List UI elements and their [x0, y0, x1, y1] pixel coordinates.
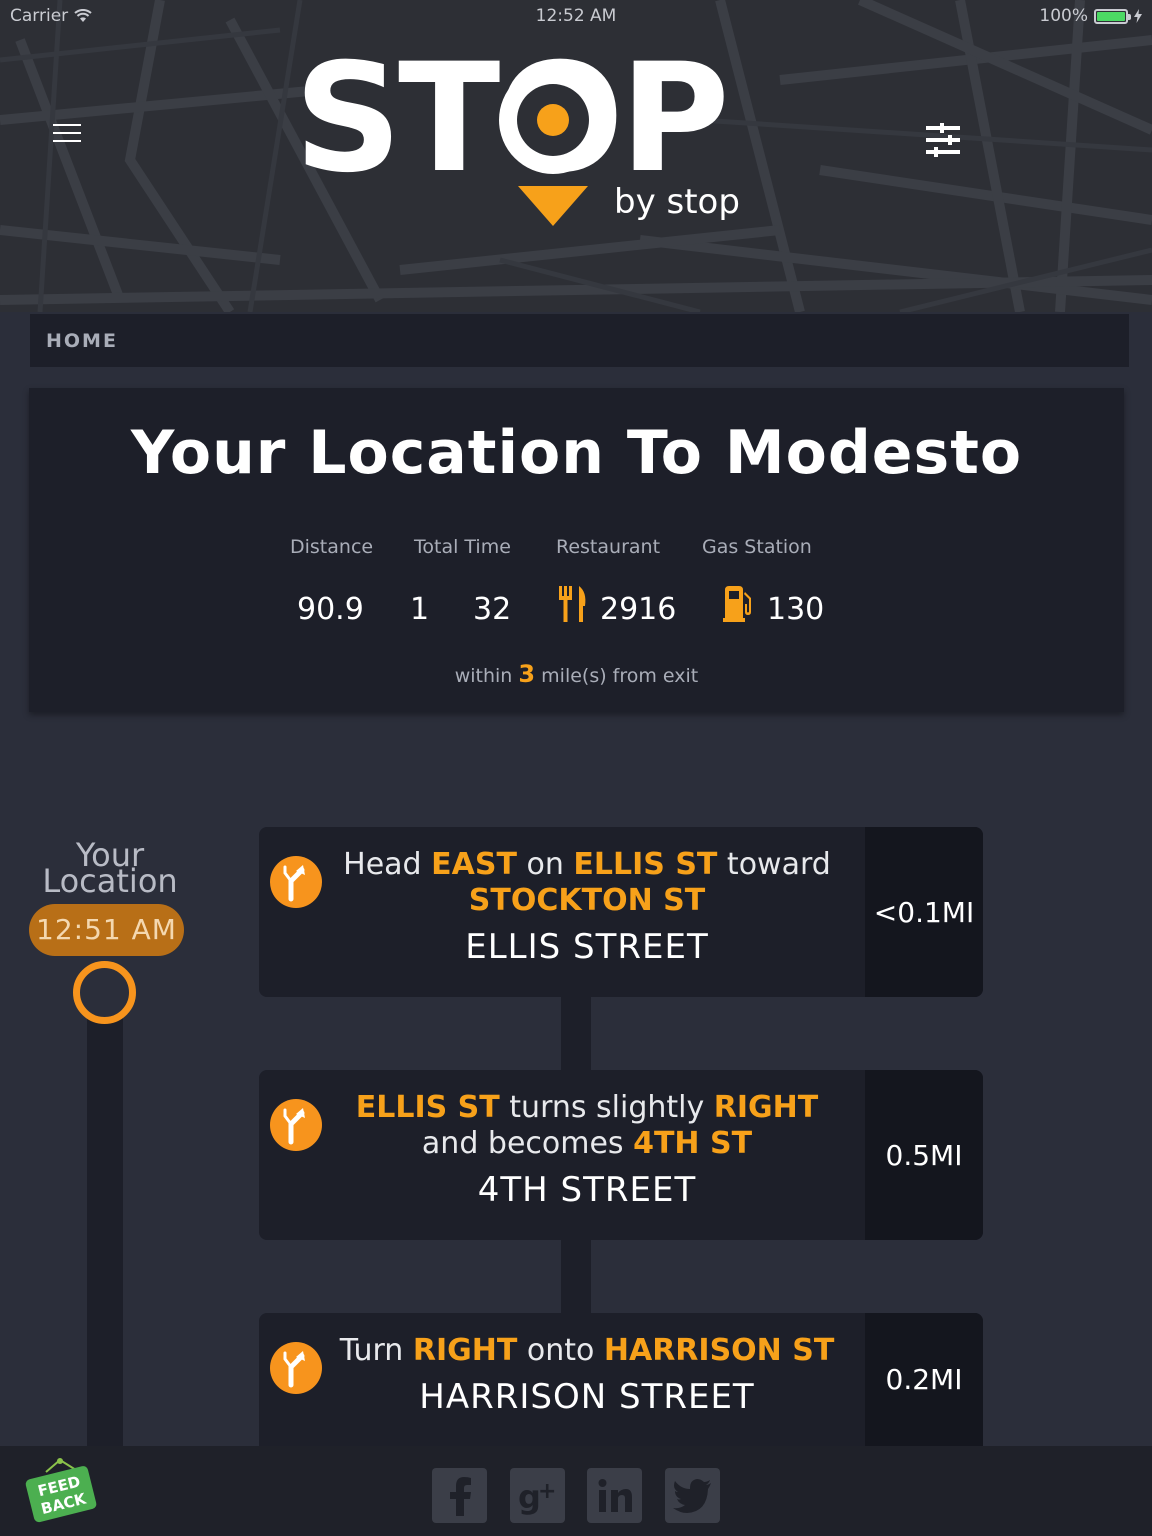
instr-direction: EAST — [431, 847, 517, 882]
instr-street: STOCKTON ST — [468, 883, 706, 918]
timeline-start-marker — [73, 961, 136, 1024]
distance-value: 90.9 — [297, 592, 364, 627]
step-distance: <0.1MI — [865, 827, 983, 997]
start-time-badge: 12:51 AM — [29, 904, 184, 956]
step-instruction: ELLIS ST turns slightly RIGHT and becomes… — [331, 1090, 843, 1162]
direction-step-3[interactable]: Turn RIGHT onto HARRISON ST HARRISON STR… — [259, 1313, 983, 1446]
feedback-button[interactable]: FEED BACK — [24, 1458, 100, 1526]
step-distance: 0.5MI — [865, 1070, 983, 1240]
turn-slight-right-icon — [270, 856, 322, 908]
step-text: ELLIS ST turns slightly RIGHT and becomes… — [331, 1090, 843, 1210]
within-suffix: mile(s) from exit — [541, 665, 699, 687]
step-street-name: ELLIS STREET — [465, 927, 709, 967]
instr-word: onto — [517, 1333, 604, 1368]
stop-by-stop-logo: STOP by stop — [290, 40, 760, 240]
gas-station-count-value: 130 — [767, 592, 825, 627]
direction-step-2[interactable]: ELLIS ST turns slightly RIGHT and becomes… — [259, 1070, 983, 1240]
breadcrumb-home-link[interactable]: HOME — [46, 330, 118, 352]
restaurant-count-value: 2916 — [600, 592, 677, 627]
google-plus-icon[interactable]: g + — [510, 1468, 565, 1523]
step-street-name: 4TH STREET — [477, 1170, 697, 1210]
gas-pump-icon — [723, 586, 751, 622]
timeline-track — [87, 1000, 123, 1446]
step-distance: 0.2MI — [865, 1313, 983, 1446]
step-connector — [561, 1240, 591, 1313]
within-miles-value[interactable]: 3 — [518, 660, 535, 688]
instr-word: on — [516, 847, 574, 882]
footer-bar: g + — [0, 1446, 1152, 1536]
battery-percent: 100% — [1039, 6, 1088, 26]
filter-sliders-icon[interactable] — [920, 118, 966, 164]
hamburger-menu-icon[interactable] — [50, 118, 84, 152]
hours-value: 1 — [410, 592, 430, 627]
restaurant-label: Restaurant — [556, 536, 661, 558]
instr-word: toward — [717, 847, 831, 882]
total-time-label: Total Time — [414, 536, 511, 558]
step-text: Head EAST on ELLIS ST toward STOCKTON ST… — [331, 847, 843, 967]
map-pin-icon — [499, 66, 607, 226]
instr-street: ELLIS ST — [355, 1090, 500, 1125]
facebook-icon[interactable] — [432, 1468, 487, 1523]
turn-slight-right-icon — [270, 1099, 322, 1151]
minutes-value: 32 — [473, 592, 512, 627]
route-title: Your Location To Modesto — [130, 418, 1023, 488]
step-instruction: Head EAST on ELLIS ST toward STOCKTON ST — [331, 847, 843, 919]
distance-label: Distance — [290, 536, 374, 558]
status-bar: Carrier 12:52 AM 100% — [0, 0, 1152, 32]
app-header: Carrier 12:52 AM 100% STOP by stop — [0, 0, 1152, 312]
within-prefix: within — [454, 665, 513, 687]
status-clock: 12:52 AM — [535, 6, 617, 26]
direction-step-1[interactable]: Head EAST on ELLIS ST toward STOCKTON ST… — [259, 827, 983, 997]
step-street-name: HARRISON STREET — [419, 1377, 755, 1417]
linkedin-icon[interactable] — [587, 1468, 642, 1523]
start-location-label: Your Location — [20, 839, 200, 900]
search-radius-note: within 3 mile(s) from exit — [29, 660, 1124, 688]
step-text: Turn RIGHT onto HARRISON ST HARRISON STR… — [331, 1333, 843, 1417]
instr-street: 4TH ST — [633, 1126, 753, 1161]
step-connector — [561, 997, 591, 1070]
step-instruction: Turn RIGHT onto HARRISON ST — [331, 1333, 843, 1369]
twitter-icon[interactable] — [665, 1468, 720, 1523]
logo-subtitle: by stop — [614, 182, 740, 222]
battery-icon — [1094, 8, 1131, 24]
instr-street: ELLIS ST — [573, 847, 718, 882]
svg-text:+: + — [538, 1479, 556, 1504]
instr-word: and becomes — [421, 1126, 634, 1161]
breadcrumb: HOME — [30, 314, 1129, 367]
turn-slight-right-icon — [270, 1342, 322, 1394]
instr-street: HARRISON ST — [603, 1333, 835, 1368]
start-label-line2: Location — [42, 862, 178, 900]
battery-indicator: 100% — [1039, 6, 1142, 26]
fork-knife-icon — [559, 586, 586, 622]
route-summary-card: Your Location To Modesto Distance Total … — [29, 388, 1124, 712]
gas-station-label: Gas Station — [702, 536, 812, 558]
charging-bolt-icon — [1134, 9, 1142, 23]
instr-direction: RIGHT — [713, 1090, 819, 1125]
instr-direction: RIGHT — [412, 1333, 518, 1368]
instr-word: Turn — [339, 1333, 413, 1368]
instr-word: Head — [343, 847, 432, 882]
instr-word: turns slightly — [499, 1090, 714, 1125]
feedback-sign-icon: FEED BACK — [25, 1458, 97, 1523]
